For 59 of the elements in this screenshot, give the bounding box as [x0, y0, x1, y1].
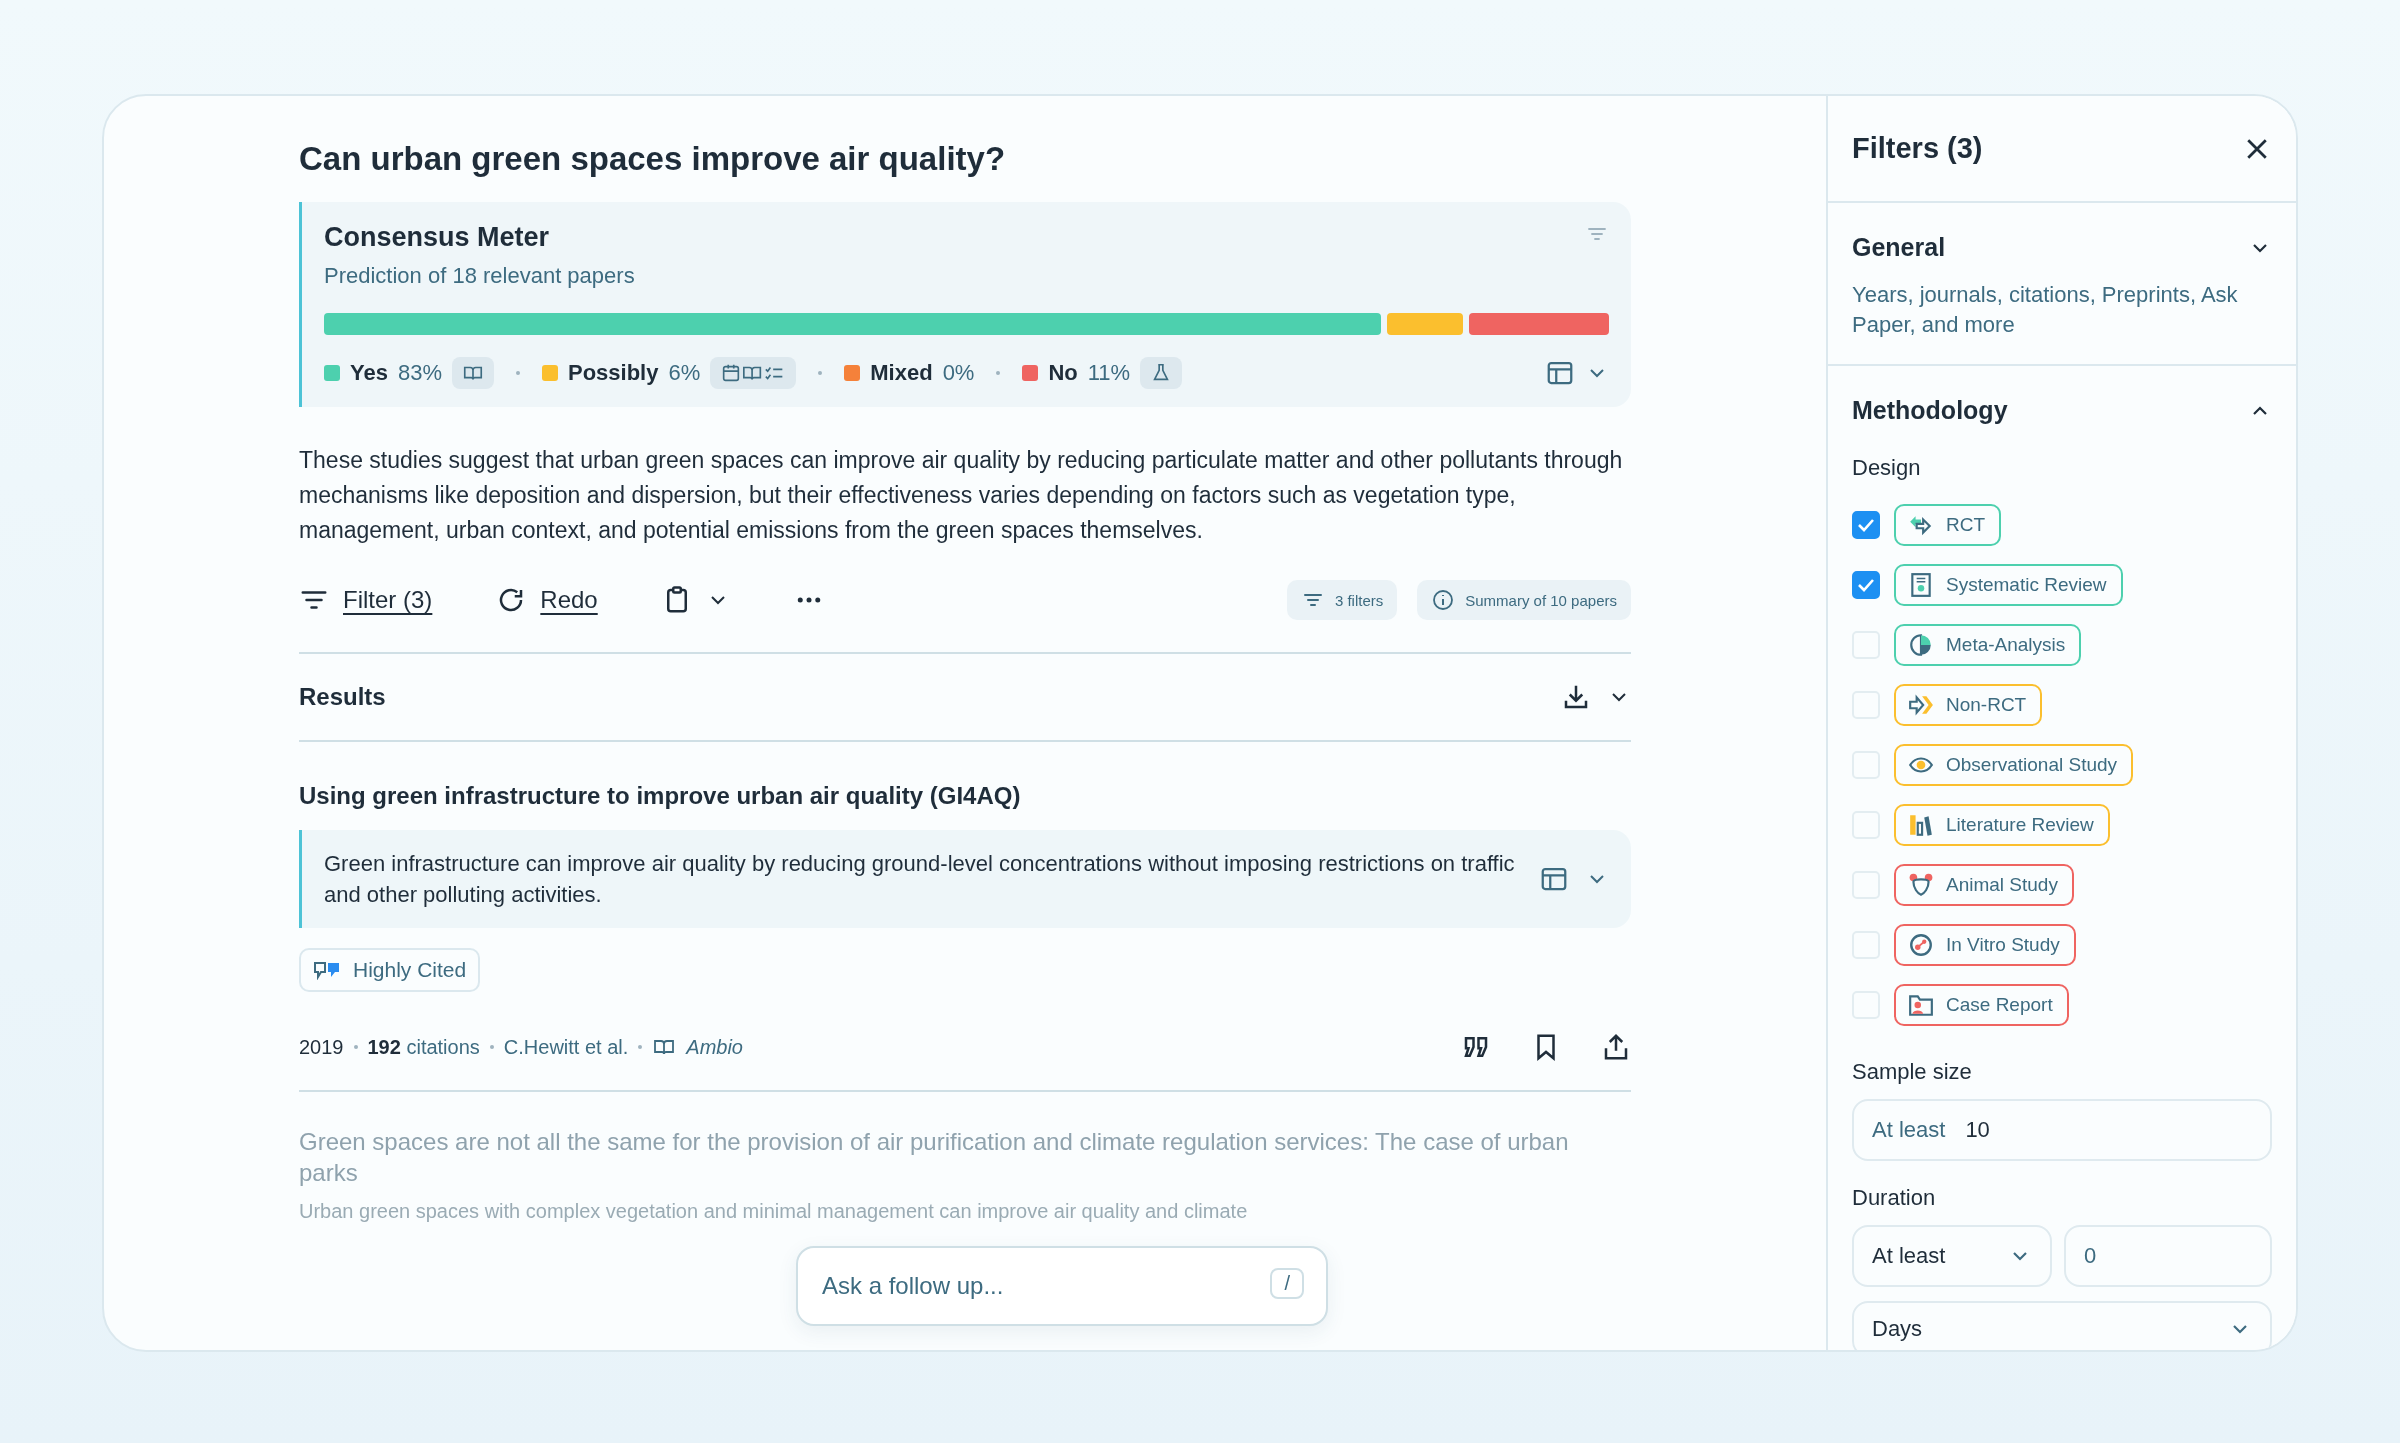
paper-authors: C.Hewitt et al. [503, 1035, 629, 1059]
flask-icon[interactable] [1140, 357, 1183, 389]
answer-label: Possibly [568, 360, 659, 386]
duration-unit-select[interactable]: Days [1852, 1301, 2272, 1350]
filters-title: Filters (3) [1852, 132, 1983, 165]
design-tag[interactable]: Non-RCT [1894, 684, 2043, 726]
duration-label: Duration [1852, 1185, 1937, 1211]
pie-chart-icon [1908, 632, 1934, 658]
section-heading[interactable]: General [1852, 233, 1946, 262]
duration-operator-select[interactable]: At least [1852, 1225, 2052, 1287]
answer-summary: These studies suggest that urban green spaces can improve air quality by reducing particulate matter and other pollutants through mechanisms like deposition and dispersion, but their effectiveness varies depending on factors such as vegetation type, management, urban context, and potential emissions from the green spaces themselves. [299, 446, 1624, 545]
info-icon [1431, 588, 1456, 612]
paper-title[interactable]: Using green infrastructure to improve urban air quality (GI4AQ) [299, 782, 1631, 810]
answer-percent: 0% [942, 360, 975, 386]
answer-label: No [1048, 360, 1078, 386]
petri-dish-icon [1908, 932, 1934, 958]
design-tag[interactable]: Literature Review [1894, 804, 2110, 846]
speech-bubbles-icon [313, 960, 341, 980]
design-tag[interactable]: Meta-Analysis [1894, 624, 2082, 666]
sample-size-field[interactable]: At least 10 [1852, 1099, 2272, 1161]
paper-summary: Green infrastructure can improve air quality by reducing ground-level concentrations without imposing restrictions on traffic and other polluting activities. [324, 850, 1516, 909]
paper-year: 2019 [299, 1035, 344, 1059]
design-tag[interactable]: RCT [1894, 504, 2002, 546]
section-description: Years, journals, citations, Preprints, Ask Paper, and more [1852, 281, 2239, 339]
answer-percent: 11% [1087, 360, 1131, 386]
checkbox[interactable] [1852, 511, 1880, 539]
summary-chip[interactable]: Summary of 10 papers [1417, 580, 1631, 620]
document-icon [1908, 572, 1934, 598]
books-icon [1908, 812, 1934, 838]
results-heading: Results [299, 683, 386, 711]
study-types-icon[interactable] [710, 357, 797, 389]
section-heading[interactable]: Methodology [1852, 396, 2008, 425]
filter-link[interactable]: Filter (3) [343, 586, 433, 614]
answer-label: Yes [350, 360, 388, 386]
shortcut-key: / [1270, 1268, 1304, 1299]
duration-field[interactable]: 0 [2064, 1225, 2272, 1287]
redo-link[interactable]: Redo [540, 586, 598, 614]
sample-size-label: Sample size [1852, 1059, 1973, 1085]
answer-percent: 6% [668, 360, 701, 386]
design-tag[interactable]: Case Report [1894, 984, 2069, 1026]
citation-count: 192 citations [367, 1035, 480, 1059]
checkbox[interactable] [1852, 571, 1880, 599]
mouse-icon [1908, 872, 1934, 898]
question-title: Can urban green spaces improve air quality? [299, 140, 1007, 178]
answer-percent: 83% [397, 360, 442, 386]
folder-icon [1908, 992, 1934, 1018]
consensus-subtitle: Prediction of 18 relevant papers [324, 263, 635, 289]
answer-label: Mixed [870, 360, 933, 386]
design-label: Design [1852, 455, 1922, 481]
consensus-title: Consensus Meter [324, 222, 551, 253]
design-tag[interactable]: Animal Study [1894, 864, 2074, 906]
badge-label: Highly Cited [353, 958, 467, 982]
design-tag[interactable]: Observational Study [1894, 744, 2134, 786]
paper-summary: Urban green spaces with complex vegetation and minimal management can improve air quality and climate [299, 1199, 1249, 1224]
design-tag[interactable]: Systematic Review [1894, 564, 2123, 606]
design-tag[interactable]: In Vitro Study [1894, 924, 2076, 966]
book-icon[interactable] [452, 357, 494, 389]
filters-chip[interactable]: 3 filters [1286, 580, 1398, 620]
journal-name[interactable]: Ambio [686, 1035, 743, 1059]
